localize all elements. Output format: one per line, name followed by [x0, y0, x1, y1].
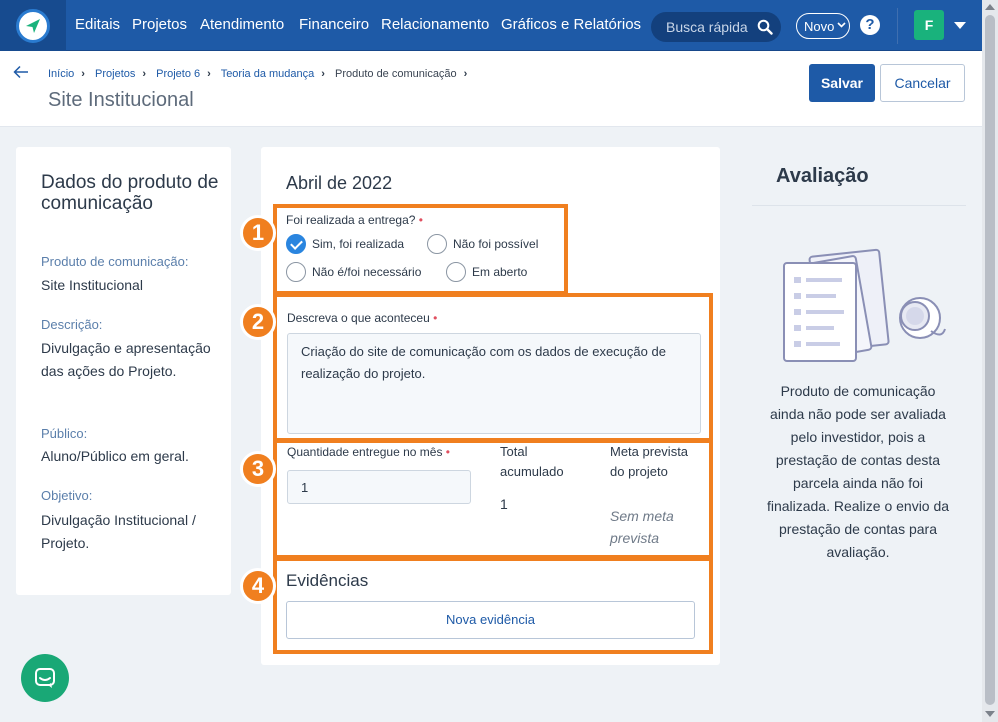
- field-value-objetivo: Divulgação Institucional / Projeto.: [41, 512, 196, 551]
- chevron-right-icon: ›: [463, 68, 468, 80]
- radio-label: Não é/foi necessário: [312, 265, 422, 279]
- field-label-objetivo: Objetivo:: [41, 488, 93, 503]
- documents-illustration-icon: [783, 248, 946, 362]
- radio-nao-foi-possivel[interactable]: Não foi possível: [427, 234, 538, 254]
- required-mark: •: [433, 311, 438, 325]
- chevron-right-icon: ›: [207, 68, 211, 80]
- chat-icon: [35, 668, 55, 688]
- divider: [752, 205, 966, 206]
- nav-atendimento[interactable]: Atendimento: [200, 16, 284, 33]
- breadcrumb-projeto-6[interactable]: Projeto 6: [156, 68, 200, 80]
- annotation-badge-3: 3: [240, 451, 276, 487]
- nav-editais[interactable]: Editais: [75, 16, 120, 33]
- breadcrumb-projetos[interactable]: Projetos: [95, 68, 135, 80]
- goal-value: Sem meta prevista: [610, 508, 674, 546]
- chevron-right-icon: ›: [81, 68, 85, 80]
- new-evidence-button[interactable]: Nova evidência: [286, 601, 695, 639]
- period-title: Abril de 2022: [286, 173, 393, 193]
- avatar[interactable]: F: [914, 10, 944, 40]
- scroll-up-icon[interactable]: [985, 4, 995, 10]
- nav-relacionamento[interactable]: Relacionamento: [381, 16, 489, 33]
- breadcrumb-inicio[interactable]: Início: [48, 68, 74, 80]
- scroll-down-icon[interactable]: [985, 711, 995, 717]
- radio-em-aberto[interactable]: Em aberto: [446, 262, 527, 282]
- radio-unchecked-icon: [286, 262, 306, 282]
- total-accumulated-value: 1: [500, 496, 508, 512]
- page-title: Site Institucional: [48, 89, 194, 111]
- logo-icon: [16, 9, 50, 43]
- quantity-input[interactable]: 1: [287, 470, 471, 504]
- delivery-form-card: Abril de 2022 Foi realizada a entrega? •…: [261, 147, 720, 665]
- cancel-button[interactable]: Cancelar: [880, 64, 965, 102]
- describe-label-text: Descreva o que aconteceu: [287, 311, 430, 325]
- field-value-descricao: Divulgação e apresentação das ações do P…: [41, 340, 211, 379]
- annotation-badge-1: 1: [240, 215, 276, 251]
- product-details-title: Dados do produto de comunicação: [41, 172, 219, 214]
- save-button[interactable]: Salvar: [809, 64, 875, 102]
- search-placeholder: Busca rápida: [666, 19, 748, 35]
- breadcrumb-current: Produto de comunicação: [334, 68, 457, 80]
- quantity-label: Quantidade entregue no mês •: [287, 445, 450, 459]
- quantity-label-text: Quantidade entregue no mês: [287, 445, 443, 459]
- new-button-label: Novo: [804, 19, 835, 34]
- radio-sim-foi-realizada[interactable]: Sim, foi realizada: [286, 234, 404, 254]
- radio-label: Sim, foi realizada: [312, 237, 405, 251]
- scrollbar-thumb[interactable]: [985, 15, 995, 705]
- field-label-descricao: Descrição:: [41, 317, 103, 332]
- new-button[interactable]: Novo: [796, 13, 850, 39]
- radio-nao-e-necessario[interactable]: Não é/foi necessário: [286, 262, 421, 282]
- chevron-down-icon: [837, 22, 846, 28]
- quick-search[interactable]: Busca rápida: [651, 12, 781, 42]
- field-label-produto: Produto de comunicação:: [41, 254, 189, 269]
- logo[interactable]: [0, 0, 66, 51]
- nav-financeiro[interactable]: Financeiro: [299, 16, 369, 33]
- required-mark: •: [418, 213, 423, 227]
- nav-projetos[interactable]: Projetos: [132, 16, 187, 33]
- radio-label: Em aberto: [472, 265, 528, 279]
- describe-label: Descreva o que aconteceu •: [287, 311, 437, 325]
- goal-label: Meta prevista do projeto: [610, 444, 689, 479]
- annotation-badge-2: 2: [240, 304, 276, 340]
- breadcrumb-teoria-da-mudanca[interactable]: Teoria da mudança: [221, 68, 315, 80]
- breadcrumb: Início › Projetos › Projeto 6 › Teoria da m…: [48, 68, 474, 80]
- evaluation-message: Produto de comunicação ainda não pode se…: [766, 383, 950, 560]
- top-navbar: Editais Projetos Atendimento Financeiro …: [0, 0, 998, 51]
- radio-checked-icon: [286, 234, 306, 254]
- required-mark: •: [445, 445, 450, 459]
- field-label-publico: Público:: [41, 426, 88, 441]
- delivery-question-text: Foi realizada a entrega?: [286, 213, 416, 227]
- back-arrow-icon[interactable]: [13, 65, 29, 84]
- delivery-question-label: Foi realizada a entrega? •: [286, 213, 423, 227]
- evidence-title: Evidências: [286, 571, 369, 590]
- chat-launcher-button[interactable]: [21, 654, 69, 702]
- describe-textarea[interactable]: Criação do site de comunicação com os da…: [287, 333, 701, 434]
- radio-unchecked-icon: [427, 234, 447, 254]
- evaluation-title: Avaliação: [776, 165, 869, 187]
- page-header: Início › Projetos › Projeto 6 › Teoria da m…: [0, 51, 998, 127]
- caret-down-icon[interactable]: [954, 22, 966, 29]
- product-details-card: Dados do produto de comunicação Produto …: [16, 147, 231, 595]
- help-icon[interactable]: ?: [860, 15, 880, 35]
- search-icon[interactable]: [757, 19, 773, 40]
- field-value-publico: Aluno/Público em geral.: [41, 448, 189, 464]
- radio-unchecked-icon: [446, 262, 466, 282]
- field-value-produto: Site Institucional: [41, 277, 143, 293]
- divider: [897, 8, 898, 44]
- chevron-right-icon: ›: [321, 68, 325, 80]
- radio-label: Não foi possível: [453, 237, 539, 251]
- total-accumulated-label: Total acumulado: [500, 444, 564, 479]
- annotation-badge-4: 4: [240, 568, 276, 604]
- nav-graficos-relatorios[interactable]: Gráficos e Relatórios: [501, 16, 641, 33]
- chevron-right-icon: ›: [142, 68, 147, 80]
